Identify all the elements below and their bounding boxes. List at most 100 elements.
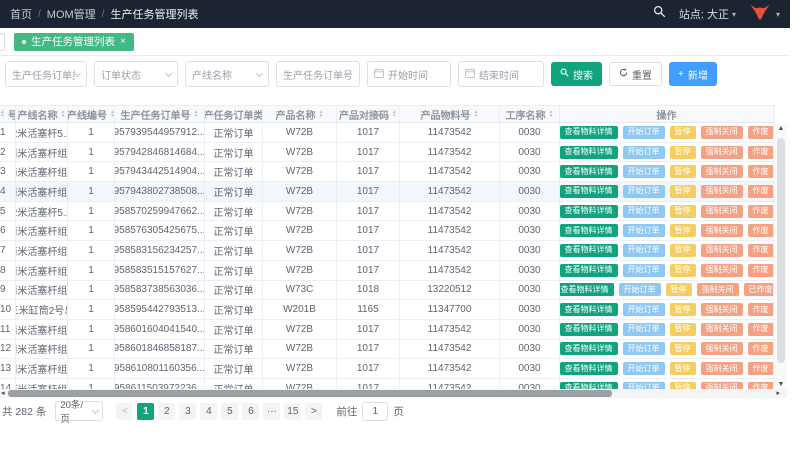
- vertical-scroll-thumb[interactable]: [777, 138, 785, 363]
- column-header-dock-code[interactable]: 产品对接码 ▲▼: [337, 106, 400, 122]
- column-header-material-no[interactable]: 产品物料号 ▲▼: [400, 106, 500, 122]
- view-material-button[interactable]: 查看物料详情: [560, 342, 618, 355]
- page-button-4[interactable]: 4: [200, 403, 217, 420]
- scroll-left-icon[interactable]: ◂: [1, 389, 5, 398]
- view-material-button[interactable]: 查看物料详情: [560, 126, 618, 139]
- force-close-button[interactable]: 强制关闭: [701, 126, 743, 139]
- force-close-button[interactable]: 强制关闭: [701, 264, 743, 277]
- force-close-button[interactable]: 强制关闭: [701, 303, 743, 316]
- page-button-2[interactable]: 2: [158, 403, 175, 420]
- void-button[interactable]: 作废: [748, 244, 774, 257]
- add-button[interactable]: + 新增: [669, 62, 717, 86]
- column-header-process[interactable]: 工序名称 ▲▼: [500, 106, 560, 122]
- table-row[interactable]: 9 两米活塞杆组... 1 958583738563036... 正常订单 W7…: [0, 281, 775, 301]
- start-order-button[interactable]: 开始订单: [623, 303, 665, 316]
- scroll-right-icon[interactable]: ▸: [776, 389, 780, 398]
- pause-button[interactable]: 暂停: [670, 342, 696, 355]
- force-close-button[interactable]: 强制关闭: [701, 244, 743, 257]
- sort-icon[interactable]: ▲▼: [549, 110, 554, 118]
- pause-button[interactable]: 暂停: [666, 283, 692, 296]
- view-material-button[interactable]: 查看物料详情: [560, 165, 618, 178]
- pause-button[interactable]: 暂停: [670, 323, 696, 336]
- force-close-button[interactable]: 强制关闭: [701, 342, 743, 355]
- pause-button[interactable]: 暂停: [670, 185, 696, 198]
- sort-icon[interactable]: ▲▼: [61, 110, 66, 118]
- horizontal-scroll-thumb[interactable]: [8, 390, 612, 397]
- view-material-button[interactable]: 查看物料详情: [560, 283, 614, 296]
- tab-production-task-list[interactable]: 生产任务管理列表 ×: [14, 33, 134, 51]
- tab-partial[interactable]: [0, 33, 5, 51]
- table-row[interactable]: 14 两米活塞杆组... 1 958611503972236... 正常订单 W…: [0, 379, 775, 389]
- pause-button[interactable]: 暂停: [670, 382, 696, 389]
- breadcrumb-home[interactable]: 首页: [10, 6, 32, 22]
- prev-page-button[interactable]: <: [116, 403, 133, 420]
- page-button-3[interactable]: 3: [179, 403, 196, 420]
- table-row[interactable]: 4 两米活塞杆组... 1 957943802738508... 正常订单 W7…: [0, 182, 775, 202]
- void-button[interactable]: 作废: [748, 224, 774, 237]
- force-close-button[interactable]: 强制关闭: [701, 323, 743, 336]
- view-material-button[interactable]: 查看物料详情: [560, 146, 618, 159]
- start-order-button[interactable]: 开始订单: [623, 323, 665, 336]
- void-button[interactable]: 作废: [748, 126, 774, 139]
- start-order-button[interactable]: 开始订单: [623, 382, 665, 389]
- view-material-button[interactable]: 查看物料详情: [560, 303, 618, 316]
- table-row[interactable]: 6 两米活塞杆组... 1 958576305425675... 正常订单 W7…: [0, 221, 775, 241]
- sort-icon[interactable]: ▲▼: [0, 110, 5, 118]
- column-header-product[interactable]: 产品名称 ▲▼: [263, 106, 337, 122]
- void-button[interactable]: 作废: [748, 185, 774, 198]
- void-button[interactable]: 作废: [748, 362, 774, 375]
- view-material-button[interactable]: 查看物料详情: [560, 323, 618, 336]
- pause-button[interactable]: 暂停: [670, 146, 696, 159]
- view-material-button[interactable]: 查看物料详情: [560, 244, 618, 257]
- force-close-button[interactable]: 强制关闭: [701, 165, 743, 178]
- column-header-line-name[interactable]: 产线名称 ▲▼: [16, 106, 68, 122]
- pause-button[interactable]: 暂停: [670, 165, 696, 178]
- start-order-button[interactable]: 开始订单: [619, 283, 661, 296]
- pause-button[interactable]: 暂停: [670, 303, 696, 316]
- scroll-down-icon[interactable]: ▼: [775, 381, 787, 388]
- force-close-button[interactable]: 强制关闭: [701, 382, 743, 389]
- line-name-select[interactable]: 产线名称: [185, 61, 269, 87]
- order-no-input[interactable]: 生产任务订单号: [276, 61, 360, 87]
- pause-button[interactable]: 暂停: [670, 205, 696, 218]
- pause-button[interactable]: 暂停: [670, 224, 696, 237]
- search-icon[interactable]: [653, 5, 666, 23]
- view-material-button[interactable]: 查看物料详情: [560, 224, 618, 237]
- pager-ellipsis[interactable]: ···: [263, 403, 280, 420]
- void-button[interactable]: 作废: [748, 264, 774, 277]
- void-button[interactable]: 作废: [748, 323, 774, 336]
- order-status-select[interactable]: 订单状态: [94, 61, 178, 87]
- table-row[interactable]: 12 两米活塞杆组... 1 958601846858187... 正常订单 W…: [0, 340, 775, 360]
- start-order-button[interactable]: 开始订单: [623, 244, 665, 257]
- table-row[interactable]: 5 2米活塞杆5... 1 958570259947662... 正常订单 W7…: [0, 202, 775, 222]
- start-order-button[interactable]: 开始订单: [623, 224, 665, 237]
- vertical-scrollbar[interactable]: ▲ ▼: [775, 124, 787, 389]
- horizontal-scrollbar[interactable]: ◂ ▸: [0, 389, 787, 398]
- table-row[interactable]: 3 两米活塞杆组... 1 957943442514904... 正常订单 W7…: [0, 162, 775, 182]
- page-size-select[interactable]: 20条/页: [55, 401, 103, 421]
- table-row[interactable]: 10 三米缸筒2号岛 1 958595442793513... 正常订单 W20…: [0, 300, 775, 320]
- start-time-picker[interactable]: 开始时间: [367, 61, 451, 87]
- start-order-button[interactable]: 开始订单: [623, 205, 665, 218]
- goto-page-input[interactable]: [362, 402, 388, 421]
- end-time-picker[interactable]: 结束时间: [458, 61, 544, 87]
- sort-icon[interactable]: ▲▼: [474, 110, 479, 118]
- table-row[interactable]: 8 两米活塞杆组... 1 958583515157627... 正常订单 W7…: [0, 261, 775, 281]
- page-button-15[interactable]: 15: [284, 403, 301, 420]
- force-close-button[interactable]: 强制关闭: [701, 362, 743, 375]
- force-close-button[interactable]: 强制关闭: [697, 283, 739, 296]
- column-header-order-no[interactable]: 生产任务订单号 ▲▼: [115, 106, 205, 122]
- scroll-up-icon[interactable]: ▲: [775, 125, 787, 132]
- page-button-1[interactable]: 1: [137, 403, 154, 420]
- view-material-button[interactable]: 查看物料详情: [560, 382, 618, 389]
- table-row[interactable]: 2 两米活塞杆组... 1 957942846814684... 正常订单 W7…: [0, 143, 775, 163]
- order-type-select[interactable]: 生产任务订单类型: [5, 61, 87, 87]
- force-close-button[interactable]: 强制关闭: [701, 224, 743, 237]
- void-button[interactable]: 作废: [748, 303, 774, 316]
- sort-icon[interactable]: ▲▼: [319, 110, 324, 118]
- table-row[interactable]: 11 两米活塞杆组... 1 958601604041540... 正常订单 W…: [0, 320, 775, 340]
- start-order-button[interactable]: 开始订单: [623, 185, 665, 198]
- page-button-5[interactable]: 5: [221, 403, 238, 420]
- void-button[interactable]: 作废: [748, 382, 774, 389]
- page-button-6[interactable]: 6: [242, 403, 259, 420]
